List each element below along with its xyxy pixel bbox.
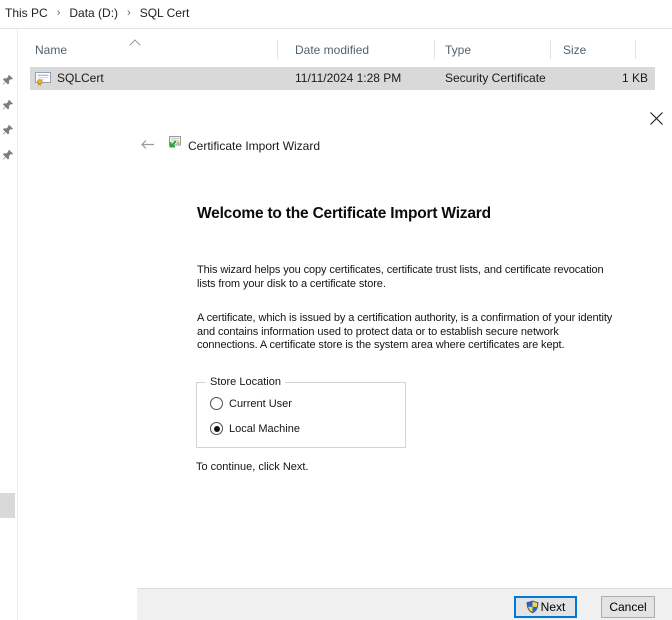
breadcrumb-chevron-icon: ›	[57, 7, 61, 19]
radio-local-machine[interactable]: Local Machine	[210, 422, 300, 435]
radio-current-user-label: Current User	[229, 398, 292, 410]
continue-hint: To continue, click Next.	[196, 461, 309, 473]
column-divider	[550, 40, 551, 59]
close-icon[interactable]	[649, 111, 664, 126]
next-button[interactable]: Next	[514, 596, 577, 618]
address-bar-divider	[0, 28, 672, 29]
cancel-button[interactable]: Cancel	[601, 596, 655, 618]
file-size: 1 KB	[622, 71, 648, 85]
pushpin-icon	[2, 99, 14, 111]
uac-shield-icon	[526, 600, 539, 614]
store-location-groupbox: Store Location Current User Local Machin…	[196, 382, 406, 448]
file-name: SQLCert	[57, 71, 104, 85]
cancel-button-label: Cancel	[609, 600, 646, 614]
column-divider	[277, 40, 278, 59]
certificate-import-wizard-icon	[165, 136, 181, 152]
radio-button-icon[interactable]	[210, 397, 223, 410]
radio-current-user[interactable]: Current User	[210, 397, 292, 410]
column-header-type[interactable]: Type	[445, 43, 471, 57]
column-header-size[interactable]: Size	[563, 43, 586, 57]
breadcrumb: This PC › Data (D:) › SQL Cert	[5, 6, 189, 20]
sort-ascending-chevron-icon	[129, 39, 140, 50]
breadcrumb-this-pc[interactable]: This PC	[5, 6, 48, 20]
wizard-heading: Welcome to the Certificate Import Wizard	[197, 205, 491, 223]
column-header-date-modified[interactable]: Date modified	[295, 43, 369, 57]
file-type: Security Certificate	[445, 71, 546, 85]
column-header-name[interactable]: Name	[35, 43, 67, 57]
file-date-modified: 11/11/2024 1:28 PM	[295, 71, 401, 85]
nav-pane-item-highlight[interactable]	[0, 493, 15, 518]
nav-pane-divider	[17, 29, 18, 620]
breadcrumb-sql-cert[interactable]: SQL Cert	[140, 6, 190, 20]
pushpin-icon	[2, 124, 14, 136]
security-certificate-icon	[35, 70, 51, 86]
file-row-sqlcert[interactable]: SQLCert 11/11/2024 1:28 PM Security Cert…	[30, 67, 655, 90]
column-divider	[635, 40, 636, 59]
breadcrumb-chevron-icon: ›	[127, 7, 131, 19]
explorer-window: This PC › Data (D:) › SQL Cert Name Date…	[0, 0, 672, 620]
pushpin-icon	[2, 149, 14, 161]
wizard-title: Certificate Import Wizard	[188, 139, 320, 153]
breadcrumb-data-drive[interactable]: Data (D:)	[69, 6, 118, 20]
pushpin-icon	[2, 74, 14, 86]
wizard-paragraph-2: A certificate, which is issued by a cert…	[197, 312, 667, 353]
column-divider	[434, 40, 435, 59]
radio-local-machine-label: Local Machine	[229, 423, 300, 435]
store-location-legend: Store Location	[206, 376, 285, 388]
back-arrow-icon[interactable]	[140, 138, 155, 151]
radio-button-icon[interactable]	[210, 422, 223, 435]
footer-bar	[137, 589, 672, 620]
wizard-paragraph-1: This wizard helps you copy certificates,…	[197, 264, 667, 291]
next-button-label: Next	[541, 600, 566, 614]
